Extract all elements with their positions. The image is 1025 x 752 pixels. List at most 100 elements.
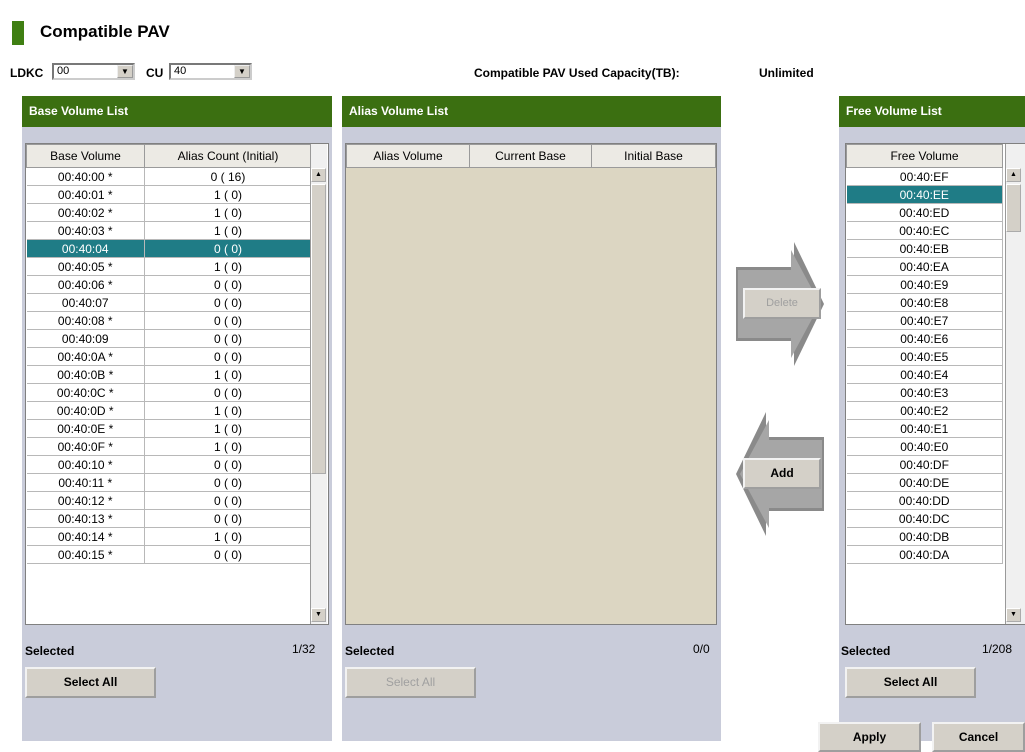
free-volume-cell: 00:40:DB [846, 527, 1003, 546]
table-row[interactable]: 00:40:0F * 1 ( 0) [26, 437, 312, 456]
table-row[interactable]: 00:40:E9 [846, 275, 1003, 294]
table-row[interactable]: 00:40:EC [846, 221, 1003, 240]
alias-count-cell: 0 ( 0) [144, 509, 312, 528]
col-initial-base[interactable]: Initial Base [591, 144, 716, 168]
table-row[interactable]: 00:40:15 * 0 ( 0) [26, 545, 312, 564]
table-row[interactable]: 00:40:07 0 ( 0) [26, 293, 312, 312]
free-volume-cell: 00:40:EA [846, 257, 1003, 276]
table-row[interactable]: 00:40:EB [846, 239, 1003, 258]
table-row[interactable]: 00:40:14 * 1 ( 0) [26, 527, 312, 546]
table-row[interactable]: 00:40:DD [846, 491, 1003, 510]
chevron-down-icon[interactable]: ▼ [117, 65, 133, 78]
add-button[interactable]: Add [743, 458, 821, 489]
table-row[interactable]: 00:40:E4 [846, 365, 1003, 384]
table-row[interactable]: 00:40:09 0 ( 0) [26, 329, 312, 348]
free-selected-label: Selected [841, 644, 891, 658]
alias-select-all-button[interactable]: Select All [345, 667, 476, 698]
table-row[interactable]: 00:40:DE [846, 473, 1003, 492]
table-row[interactable]: 00:40:04 0 ( 0) [26, 239, 312, 258]
base-volume-cell: 00:40:12 * [26, 491, 145, 510]
table-row[interactable]: 00:40:DB [846, 527, 1003, 546]
alias-count-cell: 0 ( 0) [144, 347, 312, 366]
delete-button[interactable]: Delete [743, 288, 821, 319]
table-row[interactable]: 00:40:EF [846, 167, 1003, 186]
table-row[interactable]: 00:40:EA [846, 257, 1003, 276]
base-volume-cell: 00:40:07 [26, 293, 145, 312]
base-volume-cell: 00:40:05 * [26, 257, 145, 276]
table-row[interactable]: 00:40:10 * 0 ( 0) [26, 455, 312, 474]
table-row[interactable]: 00:40:03 * 1 ( 0) [26, 221, 312, 240]
base-select-all-button[interactable]: Select All [25, 667, 156, 698]
scroll-down-icon[interactable]: ▼ [311, 608, 326, 622]
scroll-thumb[interactable] [311, 184, 326, 474]
table-row[interactable]: 00:40:E2 [846, 401, 1003, 420]
base-volume-cell: 00:40:11 * [26, 473, 145, 492]
table-row[interactable]: 00:40:0B * 1 ( 0) [26, 365, 312, 384]
alias-count-cell: 1 ( 0) [144, 419, 312, 438]
title-marker [12, 21, 24, 45]
table-row[interactable]: 00:40:E5 [846, 347, 1003, 366]
free-volume-cell: 00:40:DE [846, 473, 1003, 492]
scroll-up-icon[interactable]: ▲ [311, 168, 326, 182]
table-row[interactable]: 00:40:13 * 0 ( 0) [26, 509, 312, 528]
table-row[interactable]: 00:40:E0 [846, 437, 1003, 456]
free-volume-cell: 00:40:EF [846, 167, 1003, 186]
alias-count-cell: 1 ( 0) [144, 257, 312, 276]
scroll-thumb[interactable] [1006, 184, 1021, 232]
chevron-down-icon[interactable]: ▼ [234, 65, 250, 78]
scroll-up-icon[interactable]: ▲ [1006, 168, 1021, 182]
base-volume-table: Base Volume Alias Count (Initial) 00:40:… [25, 143, 329, 625]
table-row[interactable]: 00:40:DF [846, 455, 1003, 474]
base-volume-cell: 00:40:03 * [26, 221, 145, 240]
table-row[interactable]: 00:40:0C * 0 ( 0) [26, 383, 312, 402]
capacity-label: Compatible PAV Used Capacity(TB): [474, 66, 680, 80]
base-volume-cell: 00:40:08 * [26, 311, 145, 330]
col-current-base[interactable]: Current Base [469, 144, 592, 168]
table-row[interactable]: 00:40:02 * 1 ( 0) [26, 203, 312, 222]
table-row[interactable]: 00:40:11 * 0 ( 0) [26, 473, 312, 492]
table-row[interactable]: 00:40:E1 [846, 419, 1003, 438]
apply-button[interactable]: Apply [818, 722, 921, 752]
free-volume-table: Free Volume 00:40:EF 00:40:EE 00:40:ED 00:4… [845, 143, 1025, 625]
table-row[interactable]: 00:40:08 * 0 ( 0) [26, 311, 312, 330]
col-base-volume[interactable]: Base Volume [26, 144, 145, 168]
alias-count-cell: 0 ( 0) [144, 293, 312, 312]
free-volume-panel: Free Volume List Free Volume 00:40:EF 00:… [839, 96, 1025, 741]
free-volume-cell: 00:40:E2 [846, 401, 1003, 420]
base-scrollbar[interactable]: ▲ ▼ [310, 144, 327, 624]
table-row[interactable]: 00:40:E6 [846, 329, 1003, 348]
table-row[interactable]: 00:40:0A * 0 ( 0) [26, 347, 312, 366]
alias-count-cell: 0 ( 0) [144, 239, 312, 258]
table-row[interactable]: 00:40:ED [846, 203, 1003, 222]
free-volume-cell: 00:40:EB [846, 239, 1003, 258]
base-volume-cell: 00:40:13 * [26, 509, 145, 528]
table-row[interactable]: 00:40:06 * 0 ( 0) [26, 275, 312, 294]
table-row[interactable]: 00:40:05 * 1 ( 0) [26, 257, 312, 276]
free-scrollbar[interactable]: ▲ ▼ [1005, 144, 1025, 624]
table-row[interactable]: 00:40:00 * 0 ( 16) [26, 167, 312, 186]
table-row[interactable]: 00:40:E8 [846, 293, 1003, 312]
free-select-all-button[interactable]: Select All [845, 667, 976, 698]
cancel-button[interactable]: Cancel [932, 722, 1025, 752]
table-row[interactable]: 00:40:E7 [846, 311, 1003, 330]
col-free-volume[interactable]: Free Volume [846, 144, 1003, 168]
base-volume-cell: 00:40:14 * [26, 527, 145, 546]
table-row[interactable]: 00:40:DC [846, 509, 1003, 528]
table-row[interactable]: 00:40:0E * 1 ( 0) [26, 419, 312, 438]
cu-select[interactable]: 40 ▼ [169, 63, 252, 80]
table-row[interactable]: 00:40:E3 [846, 383, 1003, 402]
col-alias-volume[interactable]: Alias Volume [346, 144, 470, 168]
table-row[interactable]: 00:40:DA [846, 545, 1003, 564]
ldkc-select[interactable]: 00 ▼ [52, 63, 135, 80]
scroll-down-icon[interactable]: ▼ [1006, 608, 1021, 622]
alias-count-cell: 0 ( 0) [144, 455, 312, 474]
base-volume-panel: Base Volume List Base Volume Alias Count… [22, 96, 332, 741]
col-alias-count[interactable]: Alias Count (Initial) [144, 144, 312, 168]
free-volume-cell: 00:40:E6 [846, 329, 1003, 348]
table-row[interactable]: 00:40:01 * 1 ( 0) [26, 185, 312, 204]
alias-count-cell: 1 ( 0) [144, 185, 312, 204]
free-volume-cell: 00:40:DF [846, 455, 1003, 474]
table-row[interactable]: 00:40:0D * 1 ( 0) [26, 401, 312, 420]
table-row[interactable]: 00:40:12 * 0 ( 0) [26, 491, 312, 510]
table-row[interactable]: 00:40:EE [846, 185, 1003, 204]
